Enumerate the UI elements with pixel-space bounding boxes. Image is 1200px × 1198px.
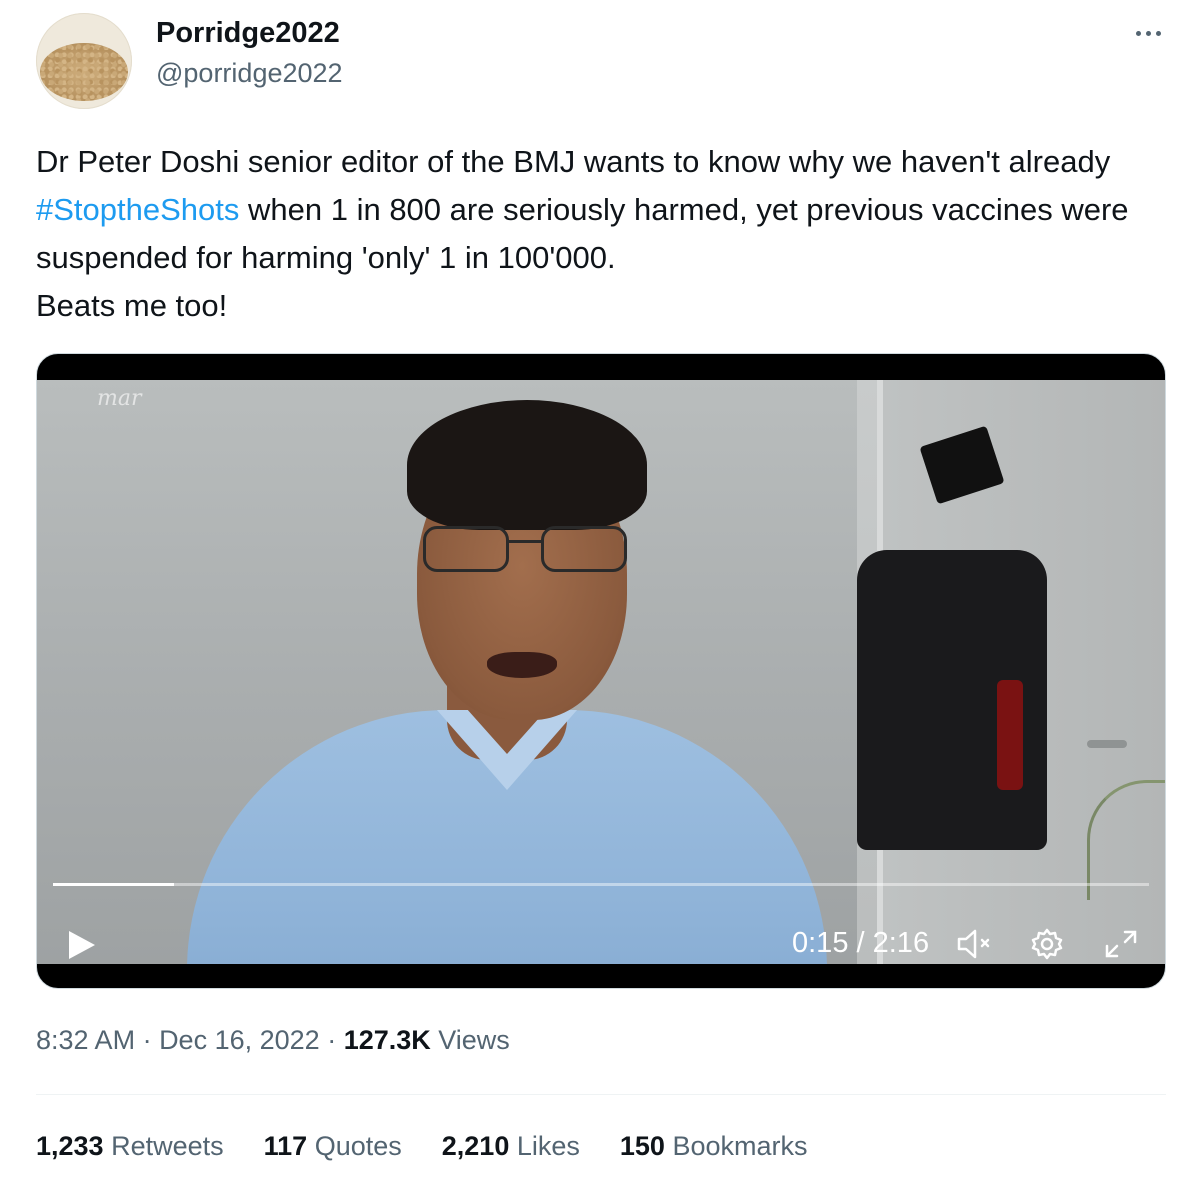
video-watermark: mar <box>97 386 142 411</box>
tweet-meta: 8:32 AM · Dec 16, 2022 · 127.3K Views <box>36 1025 510 1055</box>
porridge-bowl-avatar-icon <box>40 43 128 101</box>
glasses <box>423 526 633 578</box>
tweet-card: Porridge2022 @porridge2022 Dr Peter Dosh… <box>0 0 1200 1198</box>
expand-icon[interactable] <box>1101 926 1141 962</box>
bookmarks-stat[interactable]: 150 Bookmarks <box>620 1131 808 1162</box>
views-count: 127.3K <box>343 1025 431 1055</box>
current-time: 0:15 <box>792 927 849 959</box>
tweet-stats: 1,233 Retweets 117 Quotes 2,210 Likes 15… <box>36 1131 808 1162</box>
more-options-icon[interactable] <box>1128 18 1168 48</box>
video-time: 0:15 / 2:16 <box>792 927 930 959</box>
tweet-text-part: Dr Peter Doshi senior editor of the BMJ … <box>36 144 1111 179</box>
video-progress-bar[interactable] <box>53 883 1149 886</box>
volume-muted-icon[interactable] <box>955 926 995 962</box>
duration: 2:16 <box>872 927 930 959</box>
gear-icon[interactable] <box>1027 926 1067 962</box>
tweet-text: Dr Peter Doshi senior editor of the BMJ … <box>36 138 1176 330</box>
divider <box>36 1094 1166 1095</box>
avatar[interactable] <box>36 13 132 109</box>
play-icon[interactable] <box>67 929 97 961</box>
display-name[interactable]: Porridge2022 <box>156 17 340 50</box>
tweet-text-part: Beats me too! <box>36 288 228 323</box>
likes-stat[interactable]: 2,210 Likes <box>442 1131 580 1162</box>
tweet-date[interactable]: Dec 16, 2022 <box>159 1025 320 1055</box>
retweets-stat[interactable]: 1,233 Retweets <box>36 1131 224 1162</box>
video-progress-fill <box>53 883 174 886</box>
quotes-stat[interactable]: 117 Quotes <box>264 1131 402 1162</box>
views-label: Views <box>430 1025 510 1055</box>
tweet-time[interactable]: 8:32 AM <box>36 1025 135 1055</box>
video-frame[interactable]: mar <box>37 380 1165 964</box>
user-handle[interactable]: @porridge2022 <box>156 58 343 89</box>
video-player[interactable]: mar 0:15 / 2:16 <box>36 353 1166 989</box>
hashtag-link[interactable]: #StoptheShots <box>36 192 239 227</box>
